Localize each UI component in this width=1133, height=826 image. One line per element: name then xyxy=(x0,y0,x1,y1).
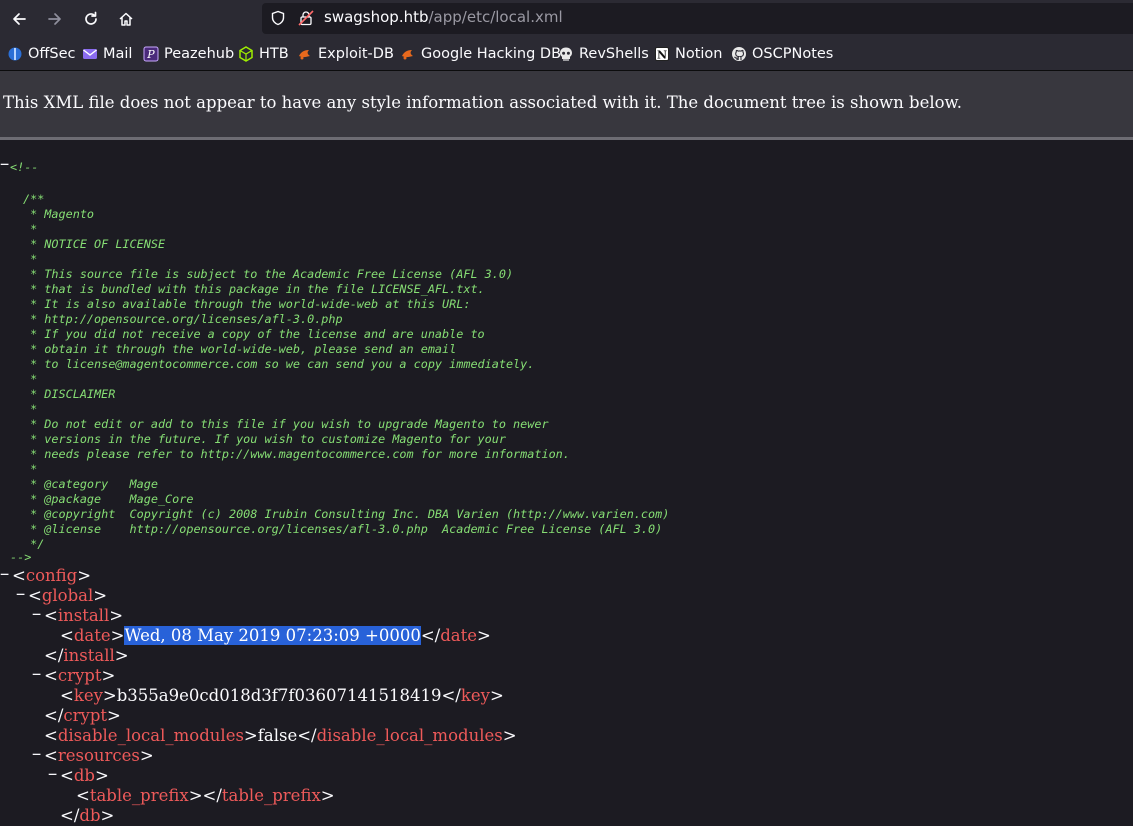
disable-local-modules-element: <disable_local_modules>false</disable_lo… xyxy=(44,726,517,745)
disable-local-modules-value: false xyxy=(257,726,298,745)
bookmark-revshells[interactable]: RevShells xyxy=(558,45,649,63)
back-button[interactable] xyxy=(5,5,33,33)
crypt-close-tag: </crypt> xyxy=(44,706,121,725)
svg-text:N: N xyxy=(657,48,667,61)
comment-line: * Do not edit or add to this file if you… xyxy=(23,417,549,431)
collapse-toggle[interactable]: − xyxy=(32,665,41,683)
bookmark-label: RevShells xyxy=(579,46,649,62)
comment-line: * It is also available through the world… xyxy=(23,297,471,311)
forward-icon xyxy=(48,13,61,25)
bookmark-label: OffSec xyxy=(28,46,76,62)
comment-line: * This source file is subject to the Aca… xyxy=(23,267,514,281)
reload-button[interactable] xyxy=(77,5,105,33)
url-path: /app/etc/local.xml xyxy=(428,8,563,26)
resources-open-tag: <resources> xyxy=(44,746,154,765)
notion-icon: N xyxy=(654,46,670,62)
banner-message: This XML file does not appear to have an… xyxy=(3,93,962,112)
comment-line: * xyxy=(23,462,38,476)
xml-document-tree: − <!-- /** * Magento * * NOTICE OF LICEN… xyxy=(0,140,1133,826)
install-open-tag: <install> xyxy=(44,606,124,625)
comment-line: * xyxy=(23,402,38,416)
back-icon xyxy=(13,13,26,25)
bookmark-label: Peazehub xyxy=(164,46,235,62)
bookmark-notion[interactable]: N Notion xyxy=(654,45,723,63)
bookmark-htb[interactable]: HTB xyxy=(238,45,289,63)
comment-line: * to license@magentocommerce.com so we c… xyxy=(23,357,535,371)
comment-line: * @copyright Copyright (c) 2008 Irubin C… xyxy=(23,507,670,521)
bookmark-mail[interactable]: Mail xyxy=(82,45,132,63)
bookmark-label: Mail xyxy=(103,46,133,62)
comment-line: * xyxy=(23,252,38,266)
bookmark-label: Notion xyxy=(675,46,723,62)
svg-text:P: P xyxy=(146,48,155,61)
db-close-tag: </db> xyxy=(60,806,115,825)
exploit-db-icon xyxy=(297,46,313,62)
table-prefix-element: <table_prefix></table_prefix> xyxy=(76,786,335,805)
collapse-toggle[interactable]: − xyxy=(16,585,25,603)
comment-open: <!-- xyxy=(10,160,39,174)
github-icon xyxy=(731,46,747,62)
peazehub-icon: P xyxy=(143,46,159,62)
forward-button[interactable] xyxy=(41,5,69,33)
comment-line: * If you did not receive a copy of the l… xyxy=(23,327,485,341)
comment-close: --> xyxy=(10,550,32,564)
comment-line: * obtain it through the world-wide-web, … xyxy=(23,342,457,356)
comment-line: * Magento xyxy=(23,207,95,221)
bookmark-exploit-db[interactable]: Exploit-DB xyxy=(297,45,394,63)
browser-toolbar: swagshop.htb/app/etc/local.xml xyxy=(0,0,1133,37)
comment-line: * @category Mage xyxy=(23,477,158,491)
key-value: b355a9e0cd018d3f7f03607141518419 xyxy=(116,686,442,705)
key-element: <key>b355a9e0cd018d3f7f03607141518419</k… xyxy=(60,686,504,705)
comment-line: /** xyxy=(23,192,45,206)
offsec-icon xyxy=(7,46,23,62)
reload-icon xyxy=(85,11,97,25)
install-close-tag: </install> xyxy=(44,646,129,665)
bookmark-google-hacking-db[interactable]: Google Hacking DB xyxy=(400,45,561,63)
global-open-tag: <global> xyxy=(28,586,108,605)
bookmark-offsec[interactable]: OffSec xyxy=(7,45,76,63)
crypt-open-tag: <crypt> xyxy=(44,666,116,685)
comment-line: * @package Mage_Core xyxy=(23,492,194,506)
htb-icon xyxy=(238,46,254,62)
comment-line: * http://opensource.org/licenses/afl-3.0… xyxy=(23,312,343,326)
url-host: swagshop.htb xyxy=(324,8,429,26)
shield-icon[interactable] xyxy=(270,10,286,26)
ghdb-icon xyxy=(400,46,416,62)
comment-line: * NOTICE OF LICENSE xyxy=(23,237,166,251)
home-button[interactable] xyxy=(112,5,140,33)
config-open-tag: <config> xyxy=(12,566,92,585)
comment-line: * @license http://opensource.org/license… xyxy=(23,522,663,536)
collapse-toggle[interactable]: − xyxy=(0,565,9,583)
bookmarks-toolbar: OffSec Mail P Peazehub HTB Exploit-DB Go… xyxy=(0,37,1133,71)
bookmark-oscpnotes[interactable]: OSCPNotes xyxy=(731,45,833,63)
bookmark-label: HTB xyxy=(259,46,289,62)
date-value-selected[interactable]: Wed, 08 May 2019 07:23:09 +0000 xyxy=(124,626,421,645)
mail-icon xyxy=(82,46,98,62)
address-bar[interactable]: swagshop.htb/app/etc/local.xml xyxy=(262,3,1133,34)
collapse-toggle[interactable]: − xyxy=(32,605,41,623)
insecure-lock-icon[interactable] xyxy=(298,10,314,26)
xml-info-banner: This XML file does not appear to have an… xyxy=(0,71,1133,137)
comment-line: * that is bundled with this package in t… xyxy=(23,282,485,296)
collapse-toggle[interactable]: − xyxy=(48,765,57,783)
comment-line: * needs please refer to http://www.magen… xyxy=(23,447,570,461)
collapse-toggle[interactable]: − xyxy=(0,155,9,173)
comment-line: * xyxy=(23,372,38,386)
skull-icon xyxy=(558,46,574,62)
home-icon xyxy=(119,12,133,26)
comment-line: */ xyxy=(23,537,45,551)
comment-line: * xyxy=(23,222,38,236)
bookmark-label: Exploit-DB xyxy=(318,46,394,62)
db-open-tag: <db> xyxy=(60,766,109,785)
comment-line: * DISCLAIMER xyxy=(23,387,116,401)
url-text[interactable]: swagshop.htb/app/etc/local.xml xyxy=(324,8,563,26)
bookmark-label: Google Hacking DB xyxy=(421,46,562,62)
collapse-toggle[interactable]: − xyxy=(32,745,41,763)
comment-line: * versions in the future. If you wish to… xyxy=(23,432,506,446)
bookmark-label: OSCPNotes xyxy=(752,46,834,62)
date-element: <date>Wed, 08 May 2019 07:23:09 +0000</d… xyxy=(60,626,491,645)
bookmark-peazehub[interactable]: P Peazehub xyxy=(143,45,234,63)
